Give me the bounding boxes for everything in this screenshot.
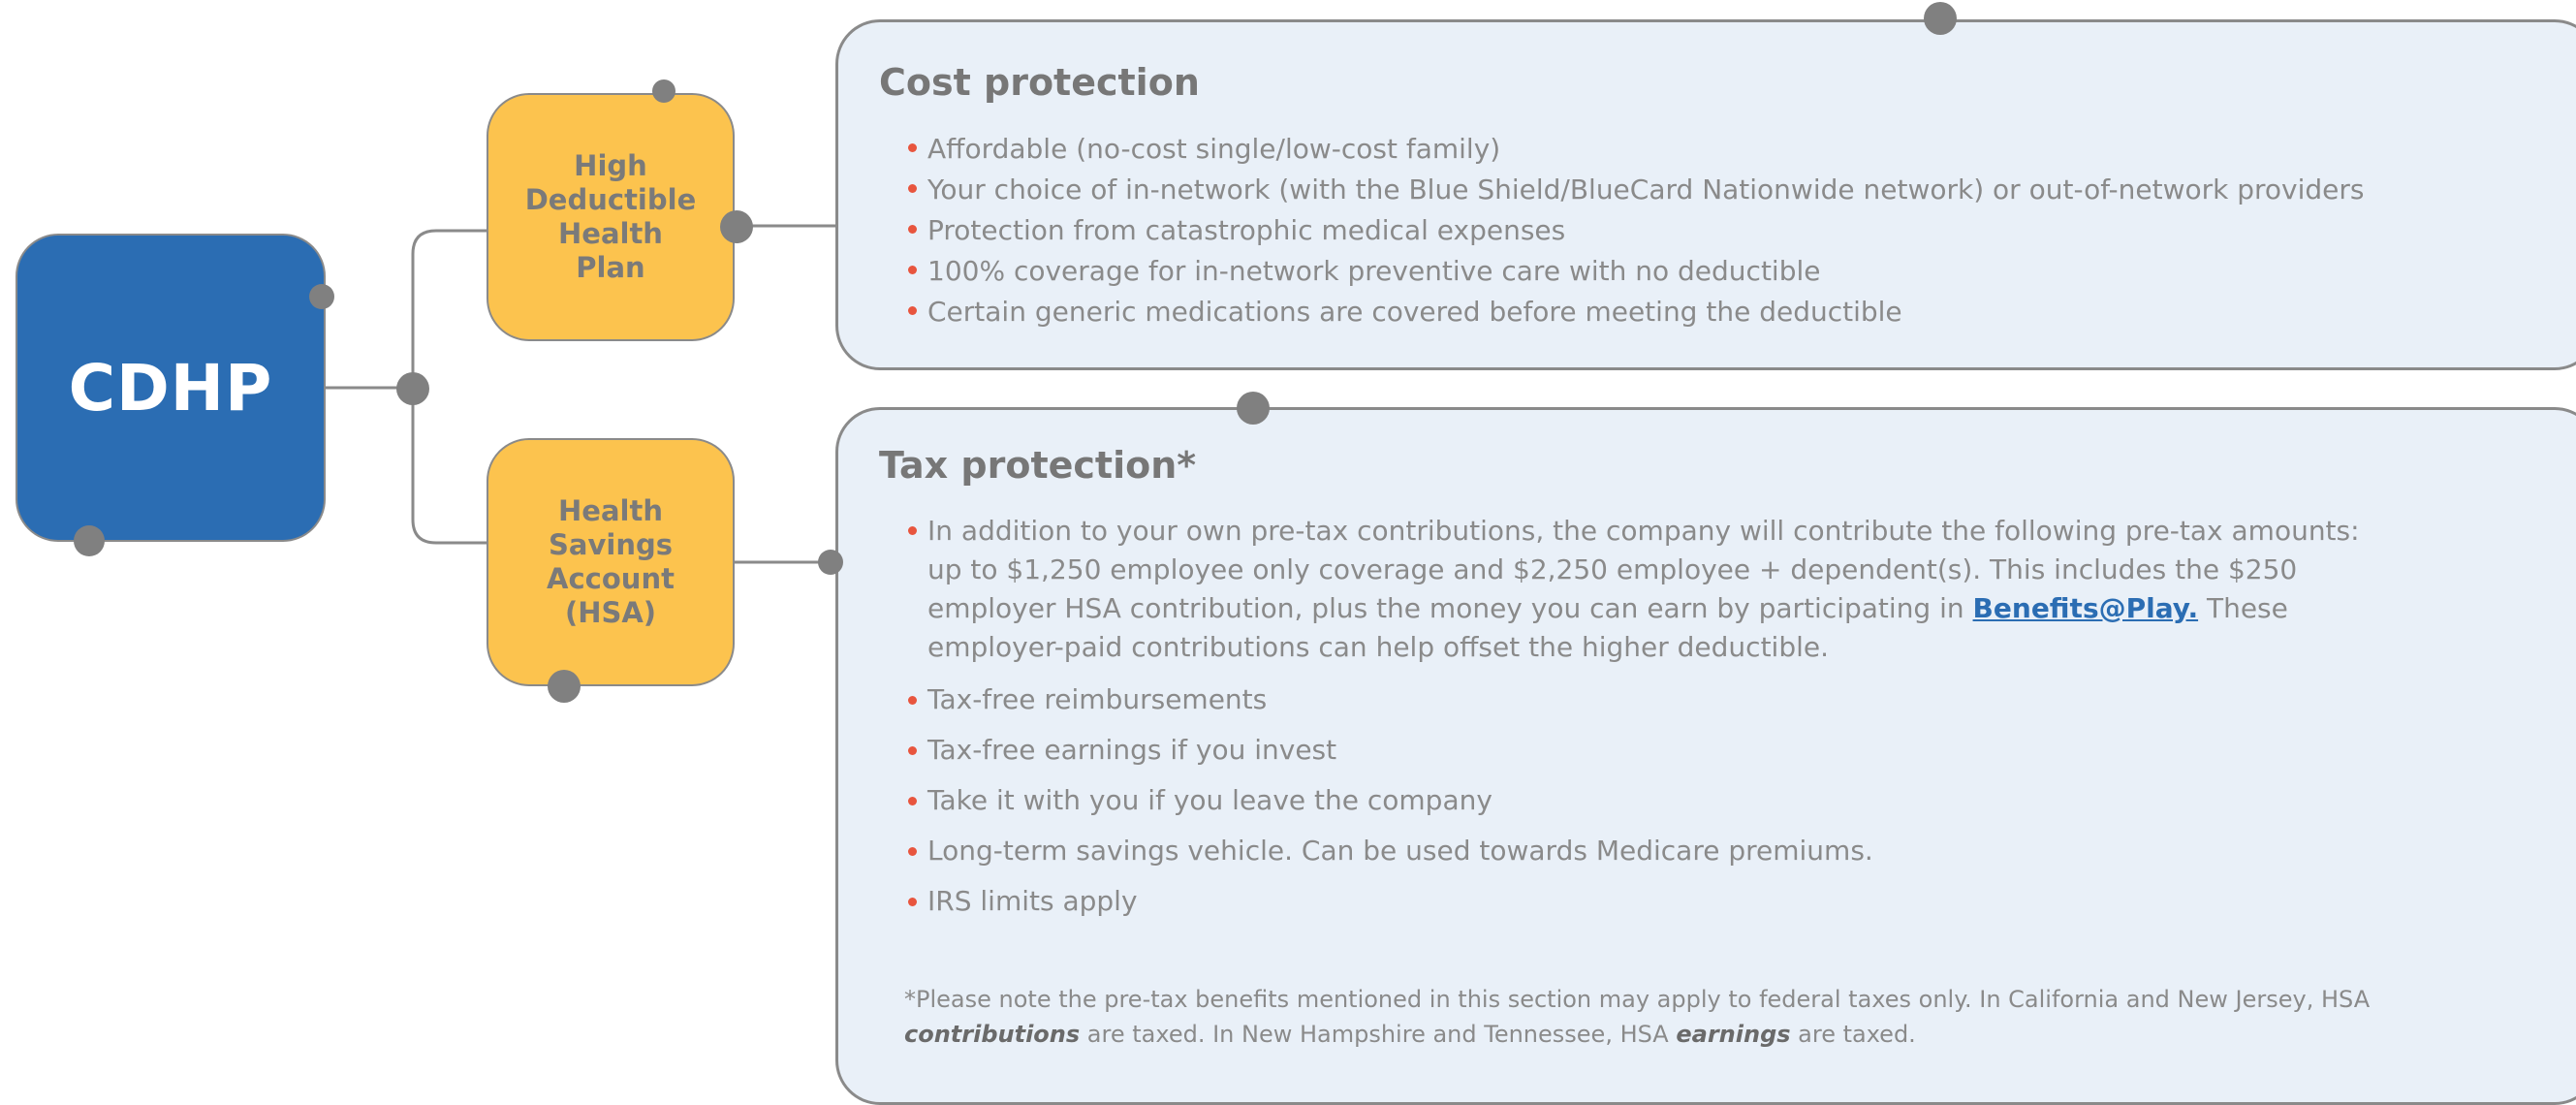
connector-dot (548, 670, 581, 703)
tax-protection-list: In addition to your own pre-tax contribu… (906, 512, 2389, 933)
footnote-emphasis: earnings (1676, 1021, 1791, 1048)
hsa-label-line: Account (HSA) (547, 562, 675, 629)
connector-dot (720, 210, 753, 243)
hdhp-node: High Deductible Health Plan (487, 93, 735, 341)
cost-protection-list: Affordable (no-cost single/low-cost fami… (906, 129, 2573, 332)
list-item: Affordable (no-cost single/low-cost fami… (906, 129, 2573, 170)
connector-dot (818, 550, 843, 575)
connector-dot (309, 284, 334, 309)
footnote-emphasis: contributions (904, 1021, 1081, 1048)
list-item: Certain generic medications are covered … (906, 292, 2573, 332)
hdhp-label-line: Plan (576, 251, 645, 284)
footnote-text: are taxed. (1790, 1021, 1916, 1048)
hdhp-label-line: Deductible (524, 183, 697, 216)
hdhp-label: High Deductible Health Plan (525, 149, 697, 285)
list-item: In addition to your own pre-tax contribu… (906, 512, 2389, 667)
tax-footnote: *Please note the pre-tax benefits mentio… (904, 982, 2532, 1052)
hsa-node: Health Savings Account (HSA) (487, 438, 735, 686)
list-item: Take it with you if you leave the compan… (906, 782, 2389, 819)
list-item: IRS limits apply (906, 883, 2389, 920)
list-item: Your choice of in-network (with the Blue… (906, 170, 2573, 210)
connector-dot (652, 79, 675, 103)
benefits-at-play-link[interactable]: Benefits@Play. (1973, 592, 2199, 624)
hsa-label: Health Savings Account (HSA) (498, 494, 723, 630)
tax-protection-panel: Tax protection* In addition to your own … (835, 407, 2576, 1105)
hdhp-label-line: Health (558, 217, 663, 250)
cost-protection-panel: Cost protection Affordable (no-cost sing… (835, 19, 2576, 370)
hsa-label-line: Savings (549, 528, 673, 561)
list-item: Long-term savings vehicle. Can be used t… (906, 833, 2389, 869)
connector-dot (1924, 2, 1957, 35)
connector-dot (396, 372, 429, 405)
hdhp-label-line: High (574, 149, 647, 182)
list-item: Protection from catastrophic medical exp… (906, 210, 2573, 251)
footnote-text: *Please note the pre-tax benefits mentio… (904, 986, 2371, 1013)
cdhp-label: CDHP (68, 350, 273, 426)
list-item: Tax-free reimbursements (906, 681, 2389, 718)
connector-branch-to-hdhp (411, 229, 487, 388)
connector-branch-to-hsa (411, 388, 487, 545)
cdhp-root-node: CDHP (16, 234, 326, 542)
footnote-text: are taxed. In New Hampshire and Tennesse… (1080, 1021, 1677, 1048)
list-item: 100% coverage for in-network preventive … (906, 251, 2573, 292)
connector-dot (74, 525, 105, 556)
hsa-label-line: Health (558, 494, 663, 527)
connector-dot (1237, 392, 1270, 425)
list-item: Tax-free earnings if you invest (906, 732, 2389, 769)
tax-protection-title: Tax protection* (879, 444, 1197, 487)
cost-protection-title: Cost protection (879, 61, 1200, 104)
